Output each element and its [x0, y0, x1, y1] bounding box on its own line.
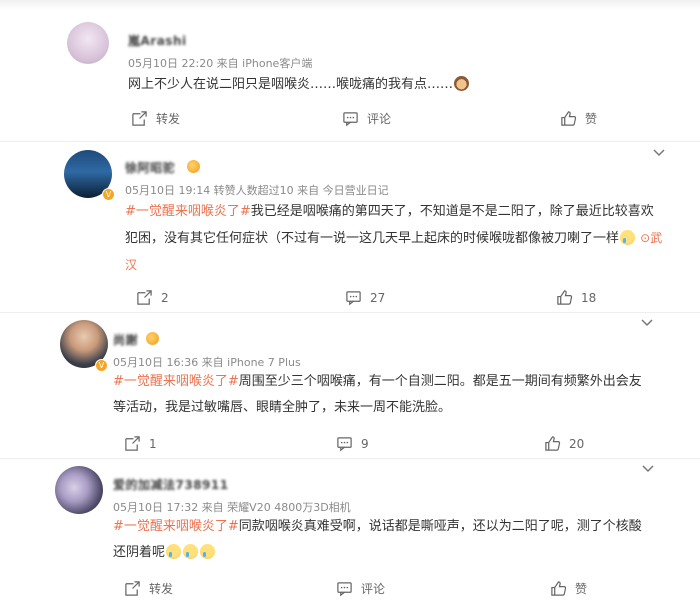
timestamp-source: 05月10日 19:14 转赞人数超过10 来自 今日营业日记	[125, 184, 389, 197]
topic-hashtag[interactable]: #一觉醒来咽喉炎了#	[125, 204, 251, 219]
thumbs-up-icon	[545, 436, 561, 451]
repost-icon	[125, 581, 140, 596]
username[interactable]: 徐阿昭驼	[125, 159, 175, 176]
like-count: 18	[581, 290, 597, 305]
fan-badge-icon	[146, 332, 159, 345]
comment-icon	[337, 437, 352, 452]
repost-icon	[125, 436, 140, 451]
like-label: 赞	[585, 112, 598, 126]
topic-hashtag[interactable]: #一觉醒来咽喉炎了#	[113, 374, 239, 389]
comment-button[interactable]: 27	[345, 289, 385, 306]
thumbs-up-icon	[557, 290, 573, 305]
repost-count: 2	[161, 290, 169, 305]
verified-badge-icon: V	[95, 359, 108, 372]
like-label: 赞	[575, 582, 588, 596]
comment-count: 27	[370, 290, 386, 305]
crying-emoji-icon	[166, 544, 182, 559]
thumbs-up-icon	[561, 111, 577, 126]
repost-label: 转发	[156, 112, 181, 126]
comment-count: 9	[361, 436, 369, 451]
crying-emoji-icon	[200, 544, 216, 559]
timestamp-source: 05月10日 16:36 来自 iPhone 7 Plus	[113, 356, 301, 369]
repost-icon	[132, 111, 147, 126]
topic-hashtag[interactable]: #一觉醒来咽喉炎了#	[113, 519, 239, 534]
comment-text: #一觉醒来咽喉炎了#同款咽喉炎真难受啊，说话都是嘶哑声，还以为二阳了呢，测了个核…	[113, 514, 653, 566]
username[interactable]: 尚謝	[113, 331, 138, 348]
comment-icon	[343, 112, 358, 127]
repost-button[interactable]: 2	[136, 289, 169, 306]
repost-button[interactable]: 转发	[131, 110, 180, 127]
repost-button[interactable]: 1	[124, 435, 157, 452]
timestamp-source: 05月10日 17:32 来自 荣耀V20 4800万3D相机	[113, 501, 351, 514]
repost-button[interactable]: 转发	[124, 580, 173, 597]
like-button[interactable]: 20	[544, 435, 584, 452]
comment-text: #一觉醒来咽喉炎了#我已经是咽喉痛的第四天了，不知道是不是二阳了，除了最近比较喜…	[125, 199, 665, 279]
comment-icon	[337, 582, 352, 597]
avatar[interactable]	[55, 466, 103, 514]
repost-count: 1	[149, 436, 157, 451]
like-button[interactable]: 赞	[560, 110, 597, 127]
verified-badge-icon: V	[102, 188, 115, 201]
username[interactable]: 爱的加减法738911	[113, 476, 229, 493]
comment-button[interactable]: 9	[336, 435, 369, 452]
comment-button[interactable]: 评论	[342, 110, 391, 127]
avatar[interactable]	[67, 22, 109, 64]
monkey-emoji-icon	[454, 76, 470, 91]
fan-badge-icon	[187, 160, 200, 173]
location-pin-icon: ⊙	[640, 231, 651, 245]
timestamp-source: 05月10日 22:20 来自 iPhone客户端	[128, 57, 313, 70]
comment-body: 网上不少人在说二阳只是咽喉炎……喉咙痛的我有点……	[128, 77, 454, 92]
like-button[interactable]: 赞	[550, 580, 587, 597]
crying-emoji-icon	[183, 544, 199, 559]
comment-text: #一觉醒来咽喉炎了#周围至少三个咽喉痛，有一个自测二阳。都是五一期间有频繁外出会…	[113, 369, 653, 421]
comment-label: 评论	[367, 112, 392, 126]
repost-icon	[137, 290, 152, 305]
comment-button[interactable]: 评论	[336, 580, 385, 597]
comment-4: 爱的加减法738911 05月10日 17:32 来自 荣耀V20 4800万3…	[0, 458, 700, 600]
thumbs-up-icon	[551, 581, 567, 596]
comment-text: 网上不少人在说二阳只是咽喉炎……喉咙痛的我有点……	[128, 72, 668, 98]
comment-3: V 尚謝 05月10日 16:36 来自 iPhone 7 Plus #一觉醒来…	[0, 312, 700, 458]
username[interactable]: 嵐Arashi	[128, 32, 187, 49]
comment-2: V 徐阿昭驼 05月10日 19:14 转赞人数超过10 来自 今日营业日记 #…	[0, 142, 700, 312]
like-button[interactable]: 18	[556, 289, 596, 306]
like-count: 20	[569, 436, 585, 451]
repost-label: 转发	[149, 582, 174, 596]
comment-icon	[346, 291, 361, 306]
crying-emoji-icon	[620, 230, 636, 245]
comment-1: 嵐Arashi 05月10日 22:20 来自 iPhone客户端 网上不少人在…	[0, 0, 700, 142]
comment-label: 评论	[361, 582, 386, 596]
